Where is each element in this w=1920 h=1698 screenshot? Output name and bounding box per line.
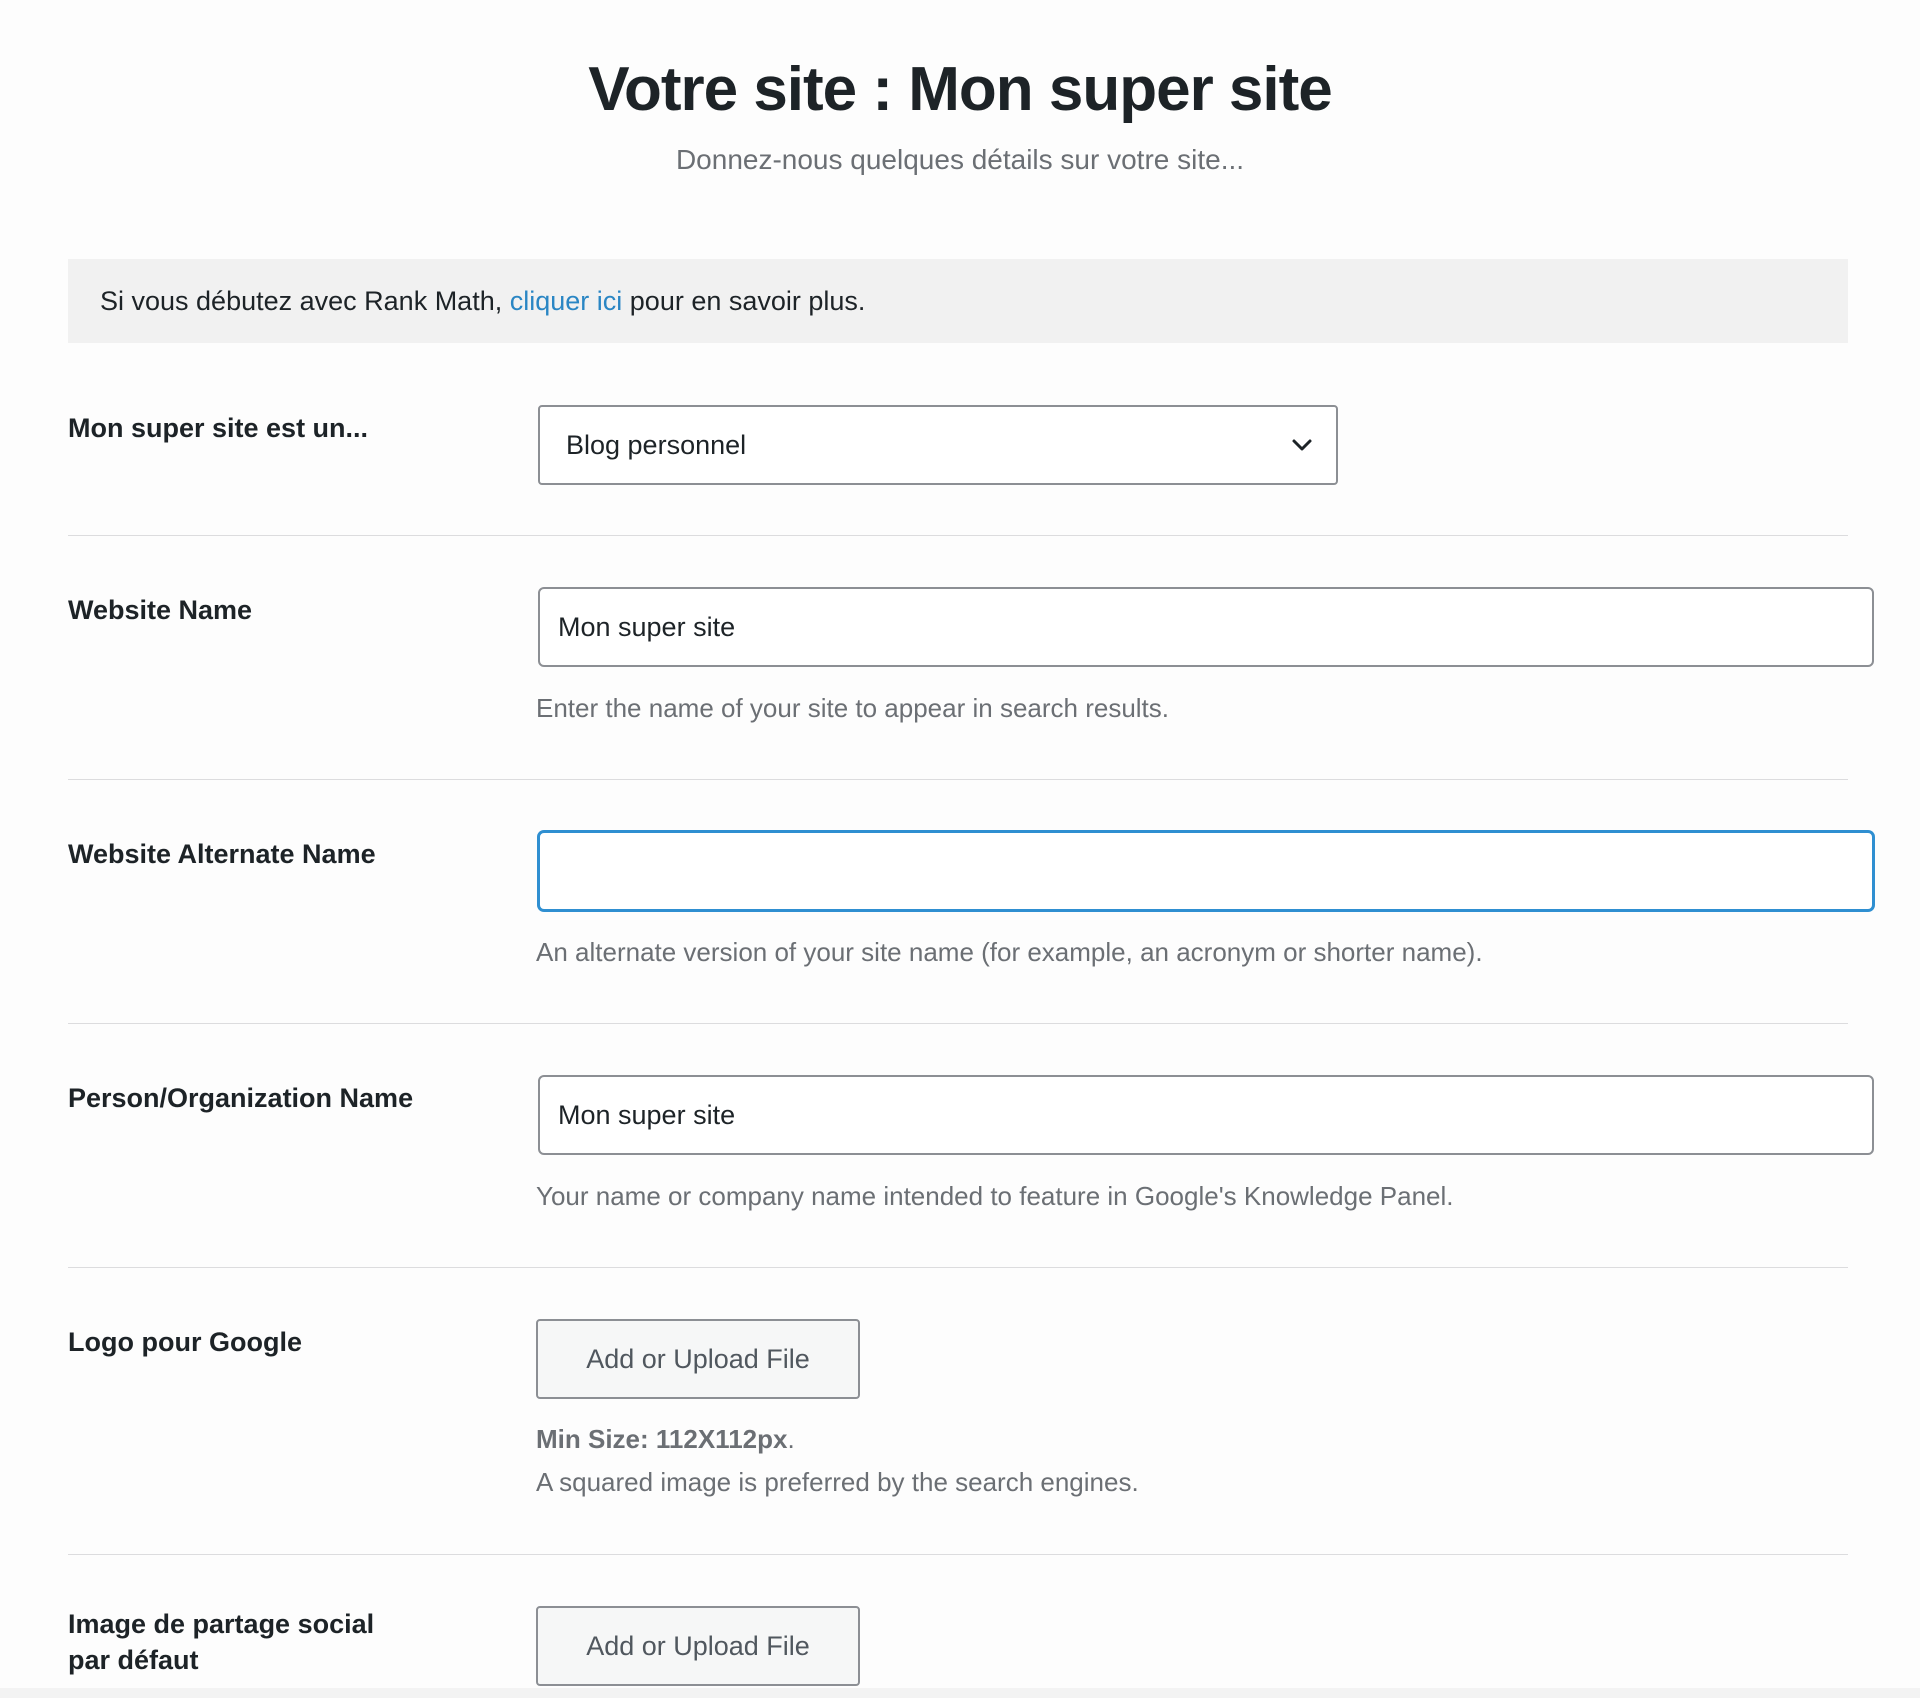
website-alternate-name-label: Website Alternate Name	[68, 839, 376, 869]
website-alternate-name-description: An alternate version of your site name (…	[536, 937, 1483, 967]
page-header: Votre site : Mon super site Donnez-nous …	[0, 0, 1920, 178]
social-image-row: Image de partage social par défaut Add o…	[68, 1606, 1848, 1698]
divider	[68, 1023, 1848, 1024]
logo-upload-button[interactable]: Add or Upload File	[536, 1319, 860, 1399]
social-image-label: Image de partage social par défaut	[68, 1606, 448, 1678]
divider	[68, 535, 1848, 536]
notice-text-after: pour en savoir plus.	[622, 286, 866, 316]
site-type-selected-value: Blog personnel	[566, 430, 747, 460]
person-org-name-row: Person/Organization Name Your name or co…	[68, 1075, 1874, 1235]
logo-min-size-text: Min Size: 112X112px	[536, 1424, 788, 1454]
logo-label: Logo pour Google	[68, 1327, 302, 1357]
website-alternate-name-row: Website Alternate Name An alternate vers…	[68, 831, 1874, 991]
social-image-label-line1: Image de partage social	[68, 1609, 375, 1639]
divider	[68, 1554, 1848, 1555]
site-type-select[interactable]: Blog personnel	[538, 405, 1338, 485]
logo-min-size: Min Size: 112X112px.	[536, 1422, 795, 1456]
logo-description: A squared image is preferred by the sear…	[536, 1467, 1139, 1497]
chevron-down-icon	[1292, 439, 1312, 451]
site-type-row: Mon super site est un... Blog personnel	[68, 405, 1848, 505]
person-org-name-description: Your name or company name intended to fe…	[536, 1181, 1454, 1211]
logo-min-size-suffix: .	[787, 1424, 795, 1454]
logo-row: Logo pour Google Add or Upload File Min …	[68, 1319, 1848, 1519]
website-name-label: Website Name	[68, 595, 253, 625]
website-alternate-name-input[interactable]	[538, 831, 1874, 911]
setup-wizard-page: Votre site : Mon super site Donnez-nous …	[0, 0, 1920, 1698]
info-notice: Si vous débutez avec Rank Math, cliquer …	[68, 259, 1848, 343]
divider	[68, 779, 1848, 780]
page-subtitle: Donnez-nous quelques détails sur votre s…	[675, 144, 1245, 175]
page-bottom-edge	[0, 1688, 1920, 1698]
website-name-row: Website Name Enter the name of your site…	[68, 587, 1874, 747]
notice-text-before: Si vous débutez avec Rank Math,	[100, 286, 510, 316]
person-org-name-label: Person/Organization Name	[68, 1083, 414, 1113]
site-type-label: Mon super site est un...	[68, 413, 369, 443]
social-image-label-line2: par défaut	[68, 1645, 199, 1675]
person-org-name-input[interactable]	[538, 1075, 1874, 1155]
notice-link[interactable]: cliquer ici	[510, 286, 623, 316]
page-title: Votre site : Mon super site	[588, 55, 1333, 124]
website-name-description: Enter the name of your site to appear in…	[536, 693, 1170, 723]
website-name-input[interactable]	[538, 587, 1874, 667]
divider	[68, 1267, 1848, 1268]
social-image-upload-button[interactable]: Add or Upload File	[536, 1606, 860, 1686]
